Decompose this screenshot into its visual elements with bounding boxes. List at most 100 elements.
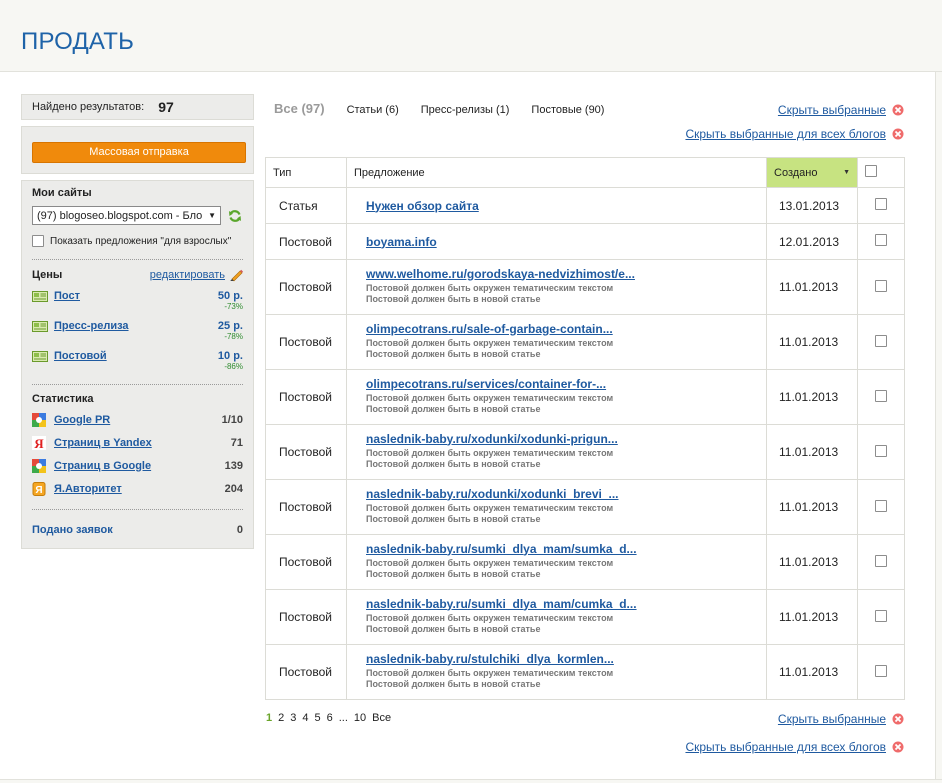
table-row: Постовой naslednik-baby.ru/xodunki/xodun… (265, 424, 905, 480)
stat-link-ya-authority[interactable]: Я.Авторитет (54, 483, 122, 495)
hide-selected-link-bottom[interactable]: Скрыть выбранные (778, 712, 904, 726)
tab-postovye[interactable]: Постовые (90) (531, 104, 604, 116)
price-link-post[interactable]: Пост (54, 290, 80, 302)
site-select[interactable]: (97) blogoseo.blogspot.com - Бло ▼ (32, 206, 221, 225)
offer-link[interactable]: Нужен обзор сайта (366, 199, 766, 213)
prices-heading: Цены (32, 269, 63, 281)
stat-link-google-pr[interactable]: Google PR (54, 414, 110, 426)
table-row: Постовой naslednik-baby.ru/stulchiki_dly… (265, 644, 905, 700)
row-checkbox[interactable] (875, 279, 887, 292)
row-checkbox[interactable] (875, 389, 887, 402)
stats-heading: Статистика (32, 393, 94, 405)
tab-press-releases[interactable]: Пресс-релизы (1) (421, 104, 510, 116)
row-type: Постовой (265, 314, 347, 370)
price-link-press-release[interactable]: Пресс-релиза (54, 320, 129, 332)
column-header-type: Тип (265, 157, 347, 188)
mass-send-box: Массовая отправка (21, 126, 254, 174)
stat-value: 139 (224, 459, 243, 472)
row-offer: Нужен обзор сайта (346, 187, 767, 224)
tab-all[interactable]: Все (97) (274, 101, 325, 116)
page-link[interactable]: 2 (278, 712, 284, 724)
my-sites-heading: Мои сайты (32, 187, 92, 199)
hide-selected-link[interactable]: Скрыть выбранные (778, 103, 904, 117)
row-checkbox[interactable] (875, 334, 887, 347)
adult-offers-checkbox[interactable] (32, 235, 44, 247)
divider (32, 259, 243, 260)
table-row: Постовой naslednik-baby.ru/sumki_dlya_ma… (265, 534, 905, 590)
row-type: Постовой (265, 479, 347, 535)
svg-text:Я: Я (35, 485, 42, 496)
row-checkbox[interactable] (875, 198, 887, 210)
row-checkbox[interactable] (875, 444, 887, 457)
stat-value: 204 (224, 482, 243, 495)
offer-link[interactable]: www.welhome.ru/gorodskaya-nedvizhimost/e… (366, 267, 766, 281)
adult-offers-row: Показать предложения "для взрослых" (32, 235, 243, 247)
hide-selected-all-blogs-link[interactable]: Скрыть выбранные для всех блогов (685, 127, 904, 141)
close-icon (892, 128, 904, 140)
mass-send-button[interactable]: Массовая отправка (32, 142, 246, 163)
offer-link[interactable]: boyama.info (366, 235, 766, 249)
row-select-cell (857, 534, 905, 590)
page-link[interactable]: 6 (327, 712, 333, 724)
offer-note: Постовой должен быть в новой статье (366, 678, 541, 689)
offer-link[interactable]: naslednik-baby.ru/stulchiki_dlya_kormlen… (366, 652, 766, 666)
row-checkbox[interactable] (875, 499, 887, 512)
page-title: ПРОДАТЬ (21, 28, 135, 55)
divider (32, 509, 243, 510)
page-footer (0, 779, 942, 783)
row-offer: olimpecotrans.ru/sale-of-garbage-contain… (346, 314, 767, 370)
page-link[interactable]: 5 (315, 712, 321, 724)
refresh-icon[interactable] (228, 209, 242, 223)
close-icon (892, 713, 904, 725)
offer-link[interactable]: naslednik-baby.ru/sumki_dlya_mam/sumka_d… (366, 542, 766, 556)
column-header-created[interactable]: Создано ▼ (766, 157, 858, 188)
stat-value: 71 (230, 436, 243, 449)
page-link-current[interactable]: 1 (266, 712, 272, 724)
row-date: 11.01.2013 (766, 479, 858, 535)
row-checkbox[interactable] (875, 664, 887, 677)
row-checkbox[interactable] (875, 234, 887, 246)
stat-link-yandex-pages[interactable]: Страниц в Yandex (54, 437, 152, 449)
page-header: ПРОДАТЬ (0, 0, 942, 72)
table-row: Постовой naslednik-baby.ru/xodunki/xodun… (265, 479, 905, 535)
hide-selected-all-label: Скрыть выбранные для всех блогов (685, 127, 886, 141)
offer-note: Постовой должен быть в новой статье (366, 513, 541, 524)
page-link[interactable]: 4 (302, 712, 308, 724)
offer-link[interactable]: olimpecotrans.ru/services/container-for-… (366, 377, 766, 391)
row-checkbox[interactable] (875, 554, 887, 567)
results-found-box: Найдено результатов: 97 (21, 94, 254, 120)
table-row: Постовой boyama.info 12.01.2013 (265, 223, 905, 260)
price-discount: -78% (224, 332, 243, 341)
row-date: 11.01.2013 (766, 589, 858, 645)
hide-selected-all-label: Скрыть выбранные для всех блогов (685, 740, 886, 754)
price-link-postovoy[interactable]: Постовой (54, 350, 107, 362)
pagination: 1 2 3 4 5 6 ... 10 Все (266, 712, 397, 724)
offer-link[interactable]: naslednik-baby.ru/sumki_dlya_mam/cumka_d… (366, 597, 766, 611)
stat-link-google-pages[interactable]: Страниц в Google (54, 460, 151, 472)
row-date: 11.01.2013 (766, 369, 858, 425)
offer-link[interactable]: naslednik-baby.ru/xodunki/xodunki-prigun… (366, 432, 766, 446)
row-select-cell (857, 424, 905, 480)
row-offer: naslednik-baby.ru/sumki_dlya_mam/cumka_d… (346, 589, 767, 645)
row-select-cell (857, 223, 905, 260)
price-value: 50 р. (217, 290, 243, 302)
offer-link[interactable]: olimpecotrans.ru/sale-of-garbage-contain… (366, 322, 766, 336)
offer-link[interactable]: naslednik-baby.ru/xodunki/xodunki_brevi_… (366, 487, 766, 501)
edit-prices-link[interactable]: редактировать (150, 268, 243, 282)
table-header-row: Тип Предложение Создано ▼ (265, 157, 905, 188)
table-row: Постовой www.welhome.ru/gorodskaya-nedvi… (265, 259, 905, 315)
price-row-post: Пост 50 р. -73% (32, 290, 243, 312)
row-date: 13.01.2013 (766, 187, 858, 224)
page-link[interactable]: 3 (290, 712, 296, 724)
select-all-checkbox[interactable] (865, 165, 877, 177)
table-row: Постовой olimpecotrans.ru/services/conta… (265, 369, 905, 425)
row-checkbox[interactable] (875, 609, 887, 622)
hide-selected-all-blogs-link-bottom[interactable]: Скрыть выбранные для всех блогов (685, 740, 904, 754)
row-date: 12.01.2013 (766, 223, 858, 260)
page-link[interactable]: 10 (354, 712, 366, 724)
row-offer: olimpecotrans.ru/services/container-for-… (346, 369, 767, 425)
row-type: Статья (265, 187, 347, 224)
page-link-all[interactable]: Все (372, 712, 391, 724)
row-type: Постовой (265, 259, 347, 315)
tab-articles[interactable]: Статьи (6) (347, 104, 399, 116)
